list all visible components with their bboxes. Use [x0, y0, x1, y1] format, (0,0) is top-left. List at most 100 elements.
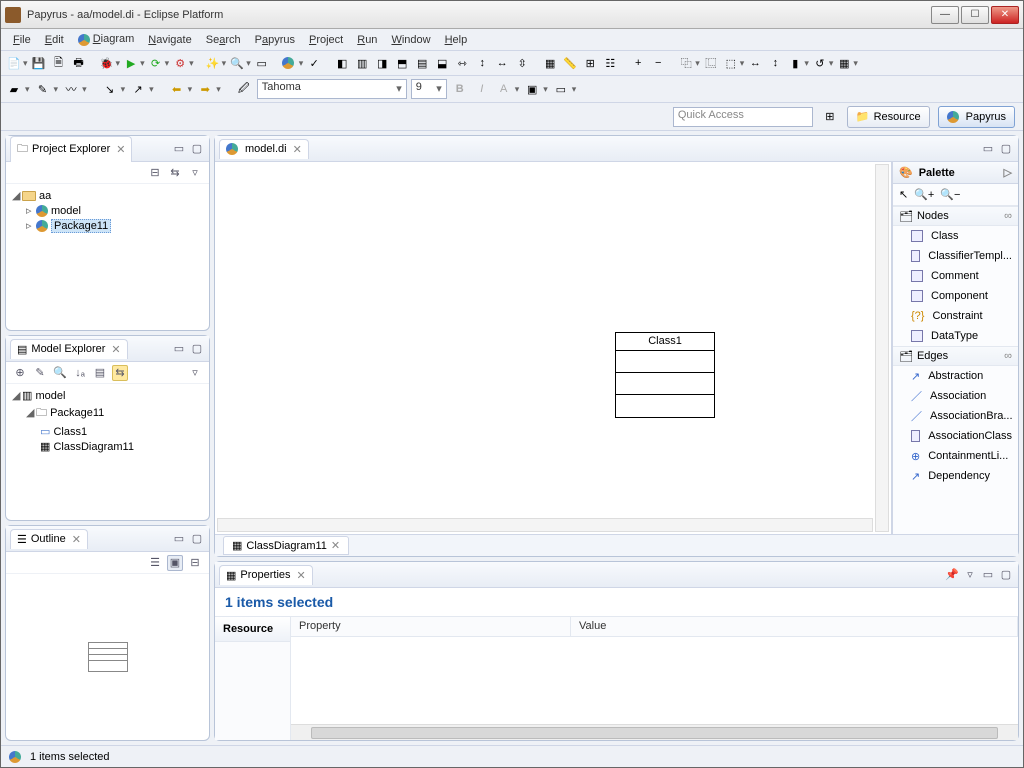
menu-help[interactable]: Help: [439, 32, 474, 48]
menu-edit[interactable]: Edit: [39, 32, 70, 48]
save-all-icon[interactable]: 🗎: [50, 54, 68, 72]
menu-diagram[interactable]: Diagram: [72, 31, 141, 47]
palette-item-dependency[interactable]: ↗Dependency: [893, 466, 1018, 486]
project-explorer-tree[interactable]: ◢aa ▹model ▹Package11: [6, 184, 209, 330]
palette-header[interactable]: 🎨 Palette ▷: [893, 162, 1018, 184]
close-icon[interactable]: ✕: [331, 539, 340, 552]
run-last-icon[interactable]: ⟳: [147, 54, 165, 72]
tree-item-package11[interactable]: Package11: [51, 219, 111, 233]
minimize-view-icon[interactable]: ▭: [171, 141, 187, 157]
line-color2-icon[interactable]: ▭: [552, 80, 570, 98]
palette-item-comment[interactable]: Comment: [893, 266, 1018, 286]
line-color-icon[interactable]: ✎: [34, 80, 52, 98]
horizontal-scrollbar[interactable]: [291, 724, 1018, 740]
vertical-scrollbar[interactable]: [875, 164, 889, 532]
align-center-h-icon[interactable]: ▥: [353, 54, 371, 72]
outline-both-mode-icon[interactable]: ⊟: [187, 555, 203, 571]
menu-project[interactable]: Project: [303, 32, 349, 48]
palette-nodes-drawer[interactable]: 🗂 Nodes ∞: [893, 206, 1018, 226]
maximize-view-icon[interactable]: ▢: [189, 531, 205, 547]
palette-item-class[interactable]: Class: [893, 226, 1018, 246]
select-all-icon[interactable]: ⬚: [722, 54, 740, 72]
menu-papyrus[interactable]: Papyrus: [249, 32, 301, 48]
sort-icon[interactable]: ↓ₐ: [72, 365, 88, 381]
align-top-icon[interactable]: ⬒: [393, 54, 411, 72]
project-explorer-tab[interactable]: 🗀 Project Explorer ✕: [10, 136, 132, 162]
menu-file[interactable]: File: [7, 32, 37, 48]
uml-operations-compartment[interactable]: [616, 373, 714, 395]
maximize-view-icon[interactable]: ▢: [998, 567, 1014, 583]
resource-perspective-button[interactable]: 📁Resource: [847, 106, 930, 128]
tree-item-model[interactable]: model: [51, 205, 81, 217]
fill-color-icon[interactable]: ▰: [5, 80, 23, 98]
tree-item-project[interactable]: aa: [39, 190, 51, 202]
properties-tab-resource[interactable]: Resource: [215, 617, 290, 642]
papyrus-perspective-button[interactable]: Papyrus: [938, 106, 1015, 128]
debug-icon[interactable]: 🐞: [98, 54, 116, 72]
tree-item-model[interactable]: model: [35, 390, 65, 402]
maximize-button[interactable]: ☐: [961, 6, 989, 24]
menu-window[interactable]: Window: [385, 32, 436, 48]
grid-toggle-icon[interactable]: ▦: [541, 54, 559, 72]
font-size-combo[interactable]: 9: [411, 79, 447, 99]
new-wizard-icon[interactable]: ✨: [204, 54, 222, 72]
router2-icon[interactable]: ↗: [129, 80, 147, 98]
align-bottom-icon[interactable]: ⬓: [433, 54, 451, 72]
minimize-button[interactable]: —: [931, 6, 959, 24]
diagram-canvas[interactable]: Class1: [215, 162, 892, 534]
inner-tab-classdiagram11[interactable]: ▦ ClassDiagram11 ✕: [223, 536, 349, 555]
distribute-v-icon[interactable]: ↕: [473, 54, 491, 72]
print-icon[interactable]: 🖶: [70, 54, 88, 72]
collapse-icon[interactable]: ∞: [1004, 210, 1012, 222]
palette-item-association-class[interactable]: AssociationClass: [893, 426, 1018, 446]
run-icon[interactable]: ▶: [122, 54, 140, 72]
expand-all-icon[interactable]: ⊕: [12, 365, 28, 381]
search-icon[interactable]: 🔍: [52, 365, 68, 381]
filter-icon[interactable]: ▤: [92, 365, 108, 381]
pointer-tool-icon[interactable]: ↖: [899, 188, 908, 201]
palette-item-constraint[interactable]: {?}Constraint: [893, 306, 1018, 326]
view-menu-icon[interactable]: ▿: [187, 365, 203, 381]
font-family-combo[interactable]: Tahoma: [257, 79, 407, 99]
align-middle-v-icon[interactable]: ▤: [413, 54, 431, 72]
font-chooser-icon[interactable]: 🖉: [235, 80, 253, 98]
column-header-property[interactable]: Property: [291, 617, 571, 636]
rulers-icon[interactable]: 📏: [561, 54, 579, 72]
palette-item-abstraction[interactable]: ↗Abstraction: [893, 366, 1018, 386]
menu-search[interactable]: Search: [200, 32, 247, 48]
snap-icon[interactable]: ⊞: [581, 54, 599, 72]
collapse-all-icon[interactable]: ⊟: [147, 165, 163, 181]
close-icon[interactable]: ✕: [297, 569, 306, 582]
expand-icon[interactable]: ◢: [12, 389, 22, 402]
palette-item-association-branch[interactable]: ／AssociationBra...: [893, 406, 1018, 426]
palette-edges-drawer[interactable]: 🗂 Edges ∞: [893, 346, 1018, 366]
close-icon[interactable]: ✕: [111, 343, 120, 356]
show-hide-icon[interactable]: ↕: [766, 54, 784, 72]
close-icon[interactable]: ✕: [72, 533, 81, 546]
edit-icon[interactable]: ✎: [32, 365, 48, 381]
maximize-view-icon[interactable]: ▢: [189, 341, 205, 357]
arrange-all-icon[interactable]: ⿻: [677, 54, 695, 72]
zoom-tool-icon[interactable]: 🔍+: [914, 188, 934, 201]
model-explorer-tab[interactable]: ▤ Model Explorer ✕: [10, 339, 128, 359]
column-header-value[interactable]: Value: [571, 617, 1018, 636]
pin-icon[interactable]: ▷: [1004, 166, 1012, 179]
auto-size-icon[interactable]: ↔: [746, 54, 764, 72]
outline-body[interactable]: [6, 574, 209, 740]
layout-icon[interactable]: ☷: [601, 54, 619, 72]
tree-item-class1[interactable]: Class1: [53, 426, 87, 438]
palette-item-association[interactable]: ／Association: [893, 386, 1018, 406]
expand-icon[interactable]: ▹: [26, 204, 36, 217]
uml-nested-compartment[interactable]: [616, 395, 714, 417]
distribute-h-icon[interactable]: ⇿: [453, 54, 471, 72]
expand-icon[interactable]: ◢: [12, 189, 22, 202]
collapse-icon[interactable]: ∞: [1004, 350, 1012, 362]
zoom-out-icon[interactable]: −: [649, 54, 667, 72]
align-left-icon[interactable]: ◧: [333, 54, 351, 72]
match-width-icon[interactable]: ↔: [493, 54, 511, 72]
uml-class-node[interactable]: Class1: [615, 332, 715, 418]
line-style-icon[interactable]: 〰: [62, 80, 80, 98]
router-icon[interactable]: ↘: [101, 80, 119, 98]
external-tools-icon[interactable]: ⚙: [171, 54, 189, 72]
view-menu-icon[interactable]: ▿: [187, 165, 203, 181]
